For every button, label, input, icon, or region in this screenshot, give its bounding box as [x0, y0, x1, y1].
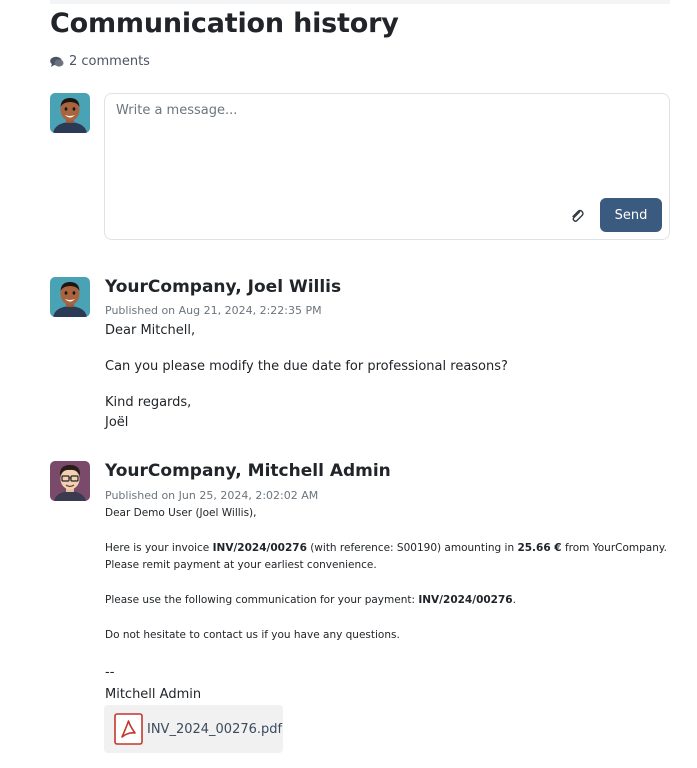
message-signature: Joël: [105, 415, 129, 430]
comments-icon: [50, 56, 64, 67]
message-date: Published on Aug 21, 2024, 2:22:35 PM: [105, 304, 322, 317]
message-greeting: Dear Demo User (Joel Willis),: [105, 507, 257, 519]
current-user-avatar: [50, 93, 90, 133]
top-divider: [50, 0, 670, 4]
paperclip-icon[interactable]: [569, 208, 585, 224]
author-avatar: [50, 461, 90, 501]
message-greeting: Dear Mitchell,: [105, 323, 196, 338]
pdf-file-icon: [114, 713, 143, 745]
comment-count: 2 comments: [50, 54, 150, 69]
attachment-card[interactable]: INV_2024_00276.pdf: [104, 705, 283, 753]
communication-paragraph: Please use the following communication f…: [105, 594, 516, 606]
message-composer: Send: [104, 93, 670, 240]
attachment-filename: INV_2024_00276.pdf: [147, 721, 283, 737]
remit-line: Please remit payment at your earliest co…: [105, 559, 377, 571]
message-input[interactable]: [105, 94, 669, 194]
invoice-amount: 25.66 €: [517, 542, 562, 554]
message-closing: Kind regards,: [105, 395, 192, 410]
message-signature: Mitchell Admin: [105, 687, 202, 702]
send-button[interactable]: Send: [600, 198, 662, 232]
message-date: Published on Jun 25, 2024, 2:02:02 AM: [105, 489, 319, 502]
comment-count-label: 2 comments: [69, 54, 150, 69]
message-author: YourCompany, Joel Willis: [105, 277, 342, 297]
invoice-number: INV/2024/00276: [212, 542, 307, 554]
page-title: Communication history: [50, 8, 399, 39]
message-author: YourCompany, Mitchell Admin: [105, 461, 391, 481]
signature-separator: --: [105, 665, 115, 680]
author-avatar: [50, 277, 90, 317]
message-body: Can you please modify the due date for p…: [105, 359, 508, 374]
payment-reference: INV/2024/00276: [418, 594, 513, 606]
contact-line: Do not hesitate to contact us if you hav…: [105, 629, 400, 641]
invoice-paragraph: Here is your invoice INV/2024/00276 (wit…: [105, 542, 667, 554]
